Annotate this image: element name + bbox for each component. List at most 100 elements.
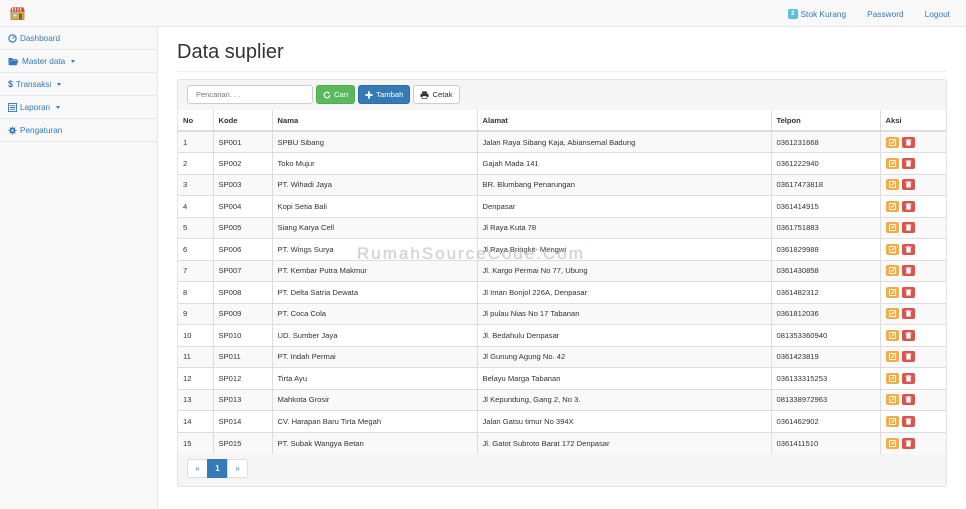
plus-icon (365, 90, 373, 99)
edit-icon (888, 310, 896, 318)
edit-button[interactable] (885, 157, 899, 169)
trash-icon (904, 138, 912, 146)
delete-button[interactable] (901, 265, 915, 277)
sidebar-item-laporan[interactable]: Laporan (0, 96, 157, 119)
delete-button[interactable] (901, 308, 915, 320)
delete-button[interactable] (901, 394, 915, 406)
edit-button[interactable] (885, 200, 899, 212)
trash-icon (904, 181, 912, 188)
cell-telpon: 036133315253 (771, 367, 881, 389)
edit-button[interactable] (885, 372, 899, 384)
pagination-prev[interactable]: « (187, 459, 208, 478)
cell-nama: PT. Coca Cola (272, 302, 478, 325)
edit-button[interactable] (885, 329, 899, 341)
cari-button[interactable]: Cari (316, 85, 356, 104)
delete-button[interactable] (901, 157, 915, 169)
cell-alamat: BR. Blumbang Penarungan (477, 173, 772, 196)
sidebar-item-dashboard[interactable]: Dashboard (0, 27, 157, 50)
delete-button[interactable] (901, 286, 915, 298)
cell-kode: SP007 (213, 259, 273, 282)
edit-button[interactable] (885, 136, 899, 148)
sidebar-item-transaksi[interactable]: $ Transaksi (0, 73, 157, 96)
cell-telpon: 0361462902 (771, 410, 881, 432)
edit-button[interactable] (885, 222, 899, 234)
top-navbar: 2 Stok Kurang Password Logout (0, 0, 966, 27)
edit-button[interactable] (885, 394, 899, 406)
cell-alamat: Jl Gunung Agung No. 42 (477, 345, 772, 368)
edit-button[interactable] (885, 415, 899, 427)
cell-telpon: 081353360940 (771, 324, 881, 346)
cell-kode: SP013 (213, 388, 273, 411)
search-input[interactable] (187, 85, 313, 104)
delete-button[interactable] (901, 372, 915, 384)
sidebar-item-label: Transaksi (16, 79, 52, 89)
delete-button[interactable] (901, 243, 915, 255)
edit-button[interactable] (885, 437, 899, 449)
cell-nama: PT. Subak Wangya Betan (272, 431, 478, 454)
trash-icon (904, 331, 912, 339)
delete-button[interactable] (901, 351, 915, 363)
cell-nama: SPBU Sibang (272, 130, 478, 153)
cell-kode: SP003 (213, 173, 273, 196)
edit-icon (888, 202, 896, 210)
tambah-button[interactable]: Tambah (358, 85, 411, 104)
edit-button[interactable] (885, 351, 899, 363)
col-header-no[interactable]: No (178, 110, 214, 132)
pagination-next[interactable]: » (227, 459, 248, 478)
cell-alamat: Jl Raya Bringkit- Mengwi (477, 238, 772, 260)
col-header-kode[interactable]: Kode (213, 110, 273, 132)
edit-button[interactable] (885, 265, 899, 277)
main-content: Data suplier (177, 27, 947, 72)
pagination-page-current[interactable]: 1 (207, 459, 228, 478)
stok-kurang-label: Stok Kurang (800, 8, 847, 19)
cell-aksi (880, 410, 946, 432)
delete-button[interactable] (901, 222, 915, 234)
cell-nama: PT. Indah Permai (272, 345, 478, 368)
delete-button[interactable] (901, 415, 915, 427)
cell-no: 9 (178, 302, 214, 325)
delete-button[interactable] (901, 437, 915, 449)
trash-icon (904, 224, 912, 231)
edit-button[interactable] (885, 243, 899, 255)
cetak-button[interactable]: Cetak (413, 85, 460, 104)
edit-icon (888, 181, 896, 189)
cell-kode: SP014 (213, 410, 273, 432)
edit-button[interactable] (885, 286, 899, 298)
edit-icon (888, 245, 896, 253)
print-icon (420, 90, 429, 99)
sidebar: Dashboard Master data $ Transaksi Lapora… (0, 27, 158, 509)
store-logo-icon[interactable] (10, 7, 25, 20)
password-link[interactable]: Password (867, 9, 903, 19)
col-header-telpon[interactable]: Telpon (771, 110, 881, 132)
cell-no: 15 (178, 431, 214, 454)
trash-icon (904, 245, 912, 253)
col-header-nama[interactable]: Nama (272, 110, 478, 132)
delete-button[interactable] (901, 179, 915, 191)
table-row: 1 SP001 SPBU Sibang Jalan Raya Sibang Kaja,… (178, 130, 946, 153)
delete-button[interactable] (901, 136, 915, 148)
edit-button[interactable] (885, 308, 899, 320)
stok-kurang-link[interactable]: 2 Stok Kurang (788, 8, 847, 19)
table-row: 8 SP008 PT. Delta Satria Dewata Jl Iman Bon… (178, 281, 946, 303)
logout-link[interactable]: Logout (925, 9, 950, 19)
cell-telpon: 081338972963 (771, 388, 881, 411)
cell-telpon: 0361751883 (771, 216, 881, 239)
delete-button[interactable] (901, 200, 915, 212)
delete-button[interactable] (901, 329, 915, 341)
cell-nama: UD. Sumber Jaya (272, 324, 478, 346)
edit-icon (888, 396, 896, 404)
sidebar-item-pengaturan[interactable]: Pengaturan (0, 119, 157, 142)
cell-nama: PT. Wings Surya (272, 238, 478, 260)
sidebar-item-master-data[interactable]: Master data (0, 50, 157, 73)
cell-no: 1 (178, 130, 214, 153)
edit-button[interactable] (885, 179, 899, 191)
table-row: 12 SP012 Tirta Ayu Belayu Marga Tabanan 0361… (178, 367, 946, 389)
cell-alamat: Jl Raya Kuta 78 (477, 216, 772, 239)
data-panel: Cari Tambah Cetak No Kode Nama Alamat Te… (177, 79, 947, 487)
cell-nama: Tirta Ayu (272, 367, 478, 389)
cell-alamat: Jl. Kargo Permai No 77, Ubung (477, 259, 772, 282)
cell-no: 7 (178, 259, 214, 282)
table-body: 1 SP001 SPBU Sibang Jalan Raya Sibang Kaja,… (178, 130, 946, 454)
cell-kode: SP012 (213, 367, 273, 389)
col-header-alamat[interactable]: Alamat (477, 110, 772, 132)
